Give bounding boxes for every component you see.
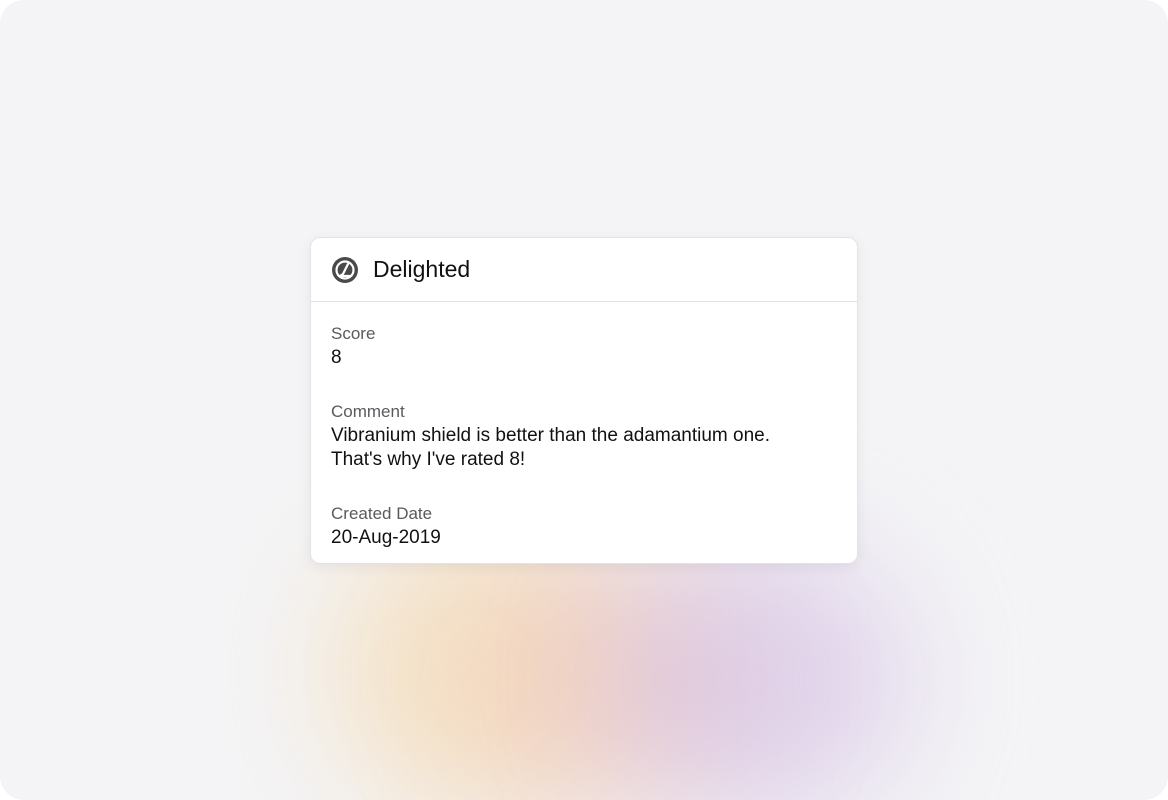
delighted-logo-icon xyxy=(331,256,359,284)
created-date-field: Created Date 20-Aug-2019 xyxy=(331,502,837,550)
card-title: Delighted xyxy=(373,256,471,282)
card-body: Score 8 Comment Vibranium shield is bett… xyxy=(311,302,857,550)
score-field: Score 8 xyxy=(331,322,837,370)
created-date-label: Created Date xyxy=(331,504,433,523)
delighted-card: Delighted Score 8 Comment Vibranium shie… xyxy=(310,237,858,564)
card-header: Delighted xyxy=(311,238,857,302)
comment-value-line-1: Vibranium shield is better than the adam… xyxy=(331,425,771,446)
background-glow-peach xyxy=(470,540,750,800)
canvas-background: Delighted Score 8 Comment Vibranium shie… xyxy=(0,0,1168,800)
score-value: 8 xyxy=(331,347,342,368)
score-label: Score xyxy=(331,324,376,343)
comment-label: Comment xyxy=(331,402,405,421)
created-date-value: 20-Aug-2019 xyxy=(331,527,441,548)
background-glow-purple xyxy=(610,540,910,800)
comment-field: Comment Vibranium shield is better than … xyxy=(331,400,837,472)
comment-value-line-2: That's why I've rated 8! xyxy=(331,449,526,470)
